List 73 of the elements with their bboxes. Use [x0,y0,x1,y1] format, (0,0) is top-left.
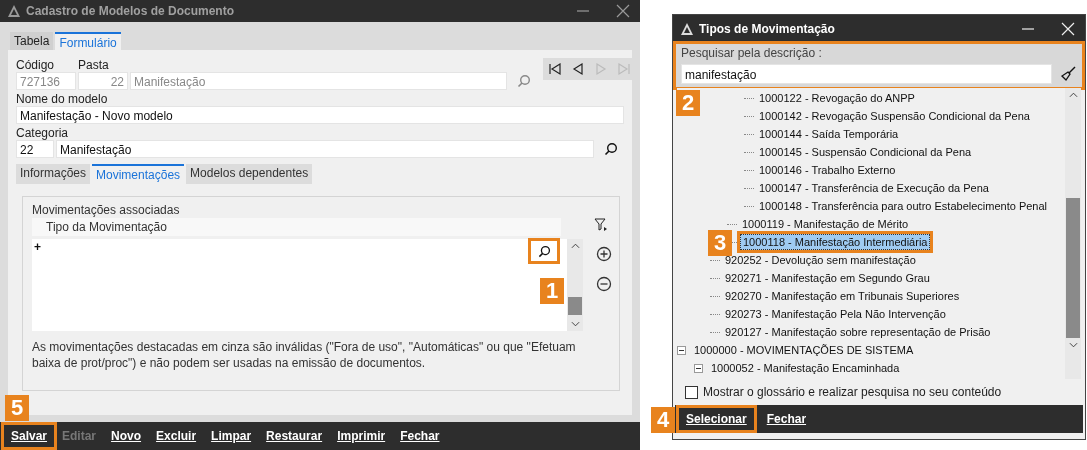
tab[interactable]: Formulário [55,32,121,50]
callout-number: 1 [540,278,564,304]
tree-item[interactable]: 1000145 - Suspensão Condicional da Pena [757,145,974,159]
window-title: Cadastro de Modelos de Documento [26,4,236,18]
callout-number: 3 [708,230,732,256]
toolbar-button[interactable]: Restaurar [259,425,330,447]
model-name-field[interactable]: Manifestação - Novo modelo [16,106,624,124]
collapse-icon[interactable] [677,345,686,355]
tree-item[interactable]: 920270 - Manifestação em Tribunais Superiores [723,289,962,303]
tree-item[interactable]: 920271 - Manifestação em Segundo Grau [723,271,932,285]
tree-item[interactable]: 1000146 - Trabalho Externo [757,163,898,177]
filter-icon[interactable] [594,218,608,232]
first-record-icon[interactable] [548,62,562,76]
checkbox[interactable] [685,385,698,399]
callout-number: 5 [5,395,29,421]
toolbar-button[interactable]: Imprimir [330,425,393,447]
checkbox-label: Mostrar o glossário e realizar pesquisa no seu conteúdo [703,385,1002,399]
remove-icon[interactable] [596,276,612,292]
app-logo-icon [8,5,20,17]
field-label: Código [16,58,56,72]
search-icon[interactable] [604,142,618,156]
broom-icon[interactable] [1060,66,1076,82]
callout-number: 4 [651,407,675,433]
group-title: Movimentações associadas [32,203,181,218]
collapse-icon[interactable] [694,363,703,373]
toolbar-button[interactable]: Fechar [393,425,447,447]
category-number-field[interactable]: 22 [16,140,54,158]
scroll-down-icon[interactable] [1068,342,1078,348]
column-header: Tipo da Movimentação [32,218,561,236]
scroll-up-icon[interactable] [570,243,580,249]
search-icon [537,244,551,258]
tree-item[interactable]: 1000118 - Manifestação Intermediária [740,234,931,250]
tab[interactable]: Modelos dependentes [186,164,313,184]
window-title: Tipos de Movimentação [699,21,836,36]
toolbar-button[interactable]: Excluir [149,425,204,447]
add-icon[interactable] [596,246,612,262]
field-label: Nome do modelo [16,92,109,106]
tree-item[interactable]: 1000142 - Revogação Suspensão Condicional da Pena [757,109,1032,123]
tab[interactable]: Tabela [10,32,54,50]
tree-item[interactable]: 920127 - Manifestação sobre representação de Prisão [723,325,993,339]
tree-item[interactable]: 1000119 - Manifestação de Mérito [740,217,911,231]
app-logo-icon [681,22,693,35]
scrollbar-thumb[interactable] [568,297,582,315]
toolbar-button[interactable]: Novo [104,425,149,447]
category-name-field[interactable]: Manifestação [56,140,594,158]
tree-item[interactable]: 920273 - Manifestação Pela Não Intervenção [723,307,948,321]
callout-number: 2 [676,90,700,116]
toolbar-button[interactable]: Selecionar [679,408,754,430]
field-label: Pasta [78,58,110,72]
scrollbar-thumb[interactable] [1066,198,1080,338]
close-icon[interactable] [616,4,630,18]
tree-item[interactable]: 1000000 - MOVIMENTAÇÕES DE SISTEMA [692,343,916,357]
tree-item[interactable]: 1000052 - Manifestação Encaminhada [709,361,902,375]
field-label: Categoria [16,126,70,140]
tab[interactable]: Informações [16,164,91,184]
row-marker: + [33,239,42,256]
tab[interactable]: Movimentações [92,164,185,184]
previous-record-icon[interactable] [571,62,585,76]
scroll-down-icon[interactable] [570,321,580,327]
tree-item[interactable]: 1000147 - Transferência de Execução da Pena [757,181,991,195]
tree-item[interactable]: 1000122 - Revogação do ANPP [757,91,917,105]
scrollbar[interactable] [1065,88,1081,379]
tree-item[interactable]: 920252 - Devolução sem manifestação [723,253,918,267]
note-text: As movimentações destacadas em cinza são inválidas ("Fora de uso", "Automáticas" ou que "Efetuam baixa de prot/proc") e não podem ser usadas na emissão de documentos. [32,339,577,371]
search-label: Pesquisar pela descrição : [681,46,823,60]
toolbar-button[interactable]: Limpar [204,425,259,447]
scroll-up-icon[interactable] [1068,92,1078,98]
scrollbar[interactable] [567,239,583,331]
toolbar-button[interactable]: Salvar [4,425,55,447]
tree-item[interactable]: 1000144 - Saída Temporária [757,127,901,141]
search-field[interactable]: manifestação [681,64,1052,84]
tree-item[interactable]: 1000148 - Transferência para outro Estabelecimento Penal [757,199,1049,213]
toolbar-button[interactable]: Fechar [759,408,814,430]
